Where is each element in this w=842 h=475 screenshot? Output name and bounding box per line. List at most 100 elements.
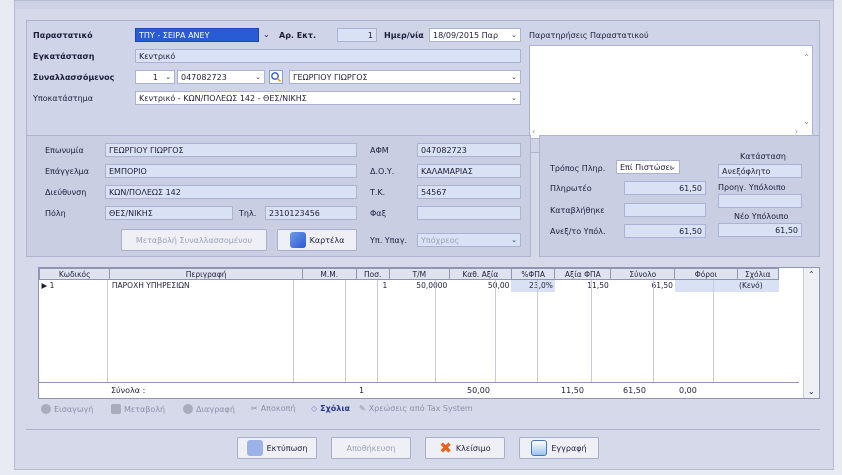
scroll-up-icon[interactable]: ⌃ — [808, 270, 815, 279]
col-vat-pct[interactable]: %ΦΠΑ — [510, 268, 556, 280]
fax-label: Φαξ — [370, 209, 387, 218]
fax-field[interactable] — [417, 206, 521, 220]
tel-field[interactable]: 2310123456 — [265, 206, 357, 220]
payable-label: Πληρωτέο — [550, 184, 592, 193]
scroll-left-icon[interactable]: ‹ — [532, 126, 535, 137]
cell-code[interactable]: ▶ 1 — [40, 280, 110, 292]
header-panel: Παραστατικό ΤΠΥ - ΣΕΙΡΑ ΑΝΕΥ ⌄ Αρ. Εκτ. … — [26, 20, 820, 153]
cell-vat-pct[interactable]: 23,0% — [511, 279, 555, 292]
col-total[interactable]: Σύνολο — [610, 268, 676, 280]
footer-divider — [26, 429, 820, 430]
card-button[interactable]: Καρτέλα — [277, 229, 357, 251]
city-field[interactable]: ΘΕΣ/ΝΙΚΗΣ — [105, 206, 233, 220]
afm-field[interactable]: 047082723 — [417, 143, 521, 157]
col-comments[interactable]: Σχόλια — [736, 268, 780, 280]
grid-divider — [713, 280, 714, 398]
cell-comments[interactable]: (Κενό) — [737, 279, 779, 292]
edit-button[interactable]: Μεταβολή — [111, 404, 165, 414]
cell-code-value: 1 — [49, 281, 55, 291]
scroll-up-icon[interactable]: ⌃ — [803, 52, 810, 63]
outstanding-field: 61,50 — [624, 224, 706, 238]
cut-button[interactable]: ✂ Αποκοπή — [251, 404, 295, 413]
paid-label: Καταβλήθηκε — [550, 206, 605, 215]
paid-field[interactable] — [624, 203, 706, 217]
tk-label: Τ.Κ. — [370, 188, 386, 197]
col-unit[interactable]: Μ.Μ. — [301, 268, 357, 280]
window-titlebar — [15, 1, 833, 9]
edit-icon — [111, 404, 121, 414]
col-code[interactable]: Κωδικός — [38, 268, 111, 280]
doy-field[interactable]: ΚΑΛΑΜΑΡΙΑΣ — [417, 164, 521, 178]
cell-vat-amount[interactable]: 11,50 — [555, 280, 611, 292]
search-icon[interactable] — [269, 70, 283, 84]
close-button[interactable]: ✖ Κλείσιμο — [425, 437, 505, 459]
vat-status-select[interactable]: Υπόχρεος ⌄ — [417, 233, 521, 247]
chevron-down-icon: ⌄ — [511, 73, 517, 81]
cell-net[interactable]: 50,00 — [449, 280, 511, 292]
cell-unit[interactable] — [302, 280, 356, 292]
col-qty[interactable]: Ποσ. — [355, 268, 390, 280]
items-grid[interactable]: Κωδικός Περιγραφή Μ.Μ. Ποσ. Τ/Μ Καθ. Αξί… — [38, 267, 820, 399]
document-icon — [531, 440, 548, 456]
cell-description[interactable]: ΠΑΡΟΧΗ ΥΠΗΡΕΣΙΩΝ — [110, 280, 303, 292]
record-button[interactable]: Εγγραφή — [519, 437, 599, 459]
branch-select[interactable]: Κεντρικό - ΚΩΝ/ΠΟΛΕΩΣ 142 - ΘΕΣ/ΝΙΚΗΣ ⌄ — [135, 91, 521, 105]
trader-code-value: 1 — [152, 73, 158, 82]
col-vat-amount[interactable]: Αξία ΦΠΑ — [554, 268, 612, 280]
cut-label: Αποκοπή — [260, 404, 296, 413]
trader-afm-select[interactable]: 047082723 ⌄ — [177, 70, 265, 84]
delete-button[interactable]: Διαγραφή — [183, 404, 235, 414]
job-label: Επάγγελμα — [45, 167, 90, 176]
print-button[interactable]: Εκτύπωση — [237, 437, 317, 459]
grid-vertical-scrollbar[interactable]: ⌃ ⌄ — [803, 268, 819, 398]
payment-method-select[interactable]: Επί Πιστώσει ⌄ — [616, 160, 680, 174]
comments-button[interactable]: ◇ Σχόλια — [311, 404, 350, 413]
notes-label: Παρατηρήσεις Παραστατικού — [529, 31, 649, 40]
grid-divider — [293, 280, 294, 398]
tk-field[interactable]: 54567 — [417, 185, 521, 199]
date-label: Ημερ/νία — [384, 31, 424, 40]
date-picker[interactable]: 18/09/2015 Παρ ⌄ — [429, 28, 521, 42]
card-icon — [289, 232, 306, 248]
printer-icon — [246, 440, 263, 456]
installation-field[interactable]: Κεντρικό — [135, 49, 521, 63]
insert-button[interactable]: Εισαγωγή — [41, 404, 93, 414]
table-row[interactable]: ▶ 1 ΠΑΡΟΧΗ ΥΠΗΡΕΣΙΩΝ 1 50,0000 50,00 23,… — [40, 279, 779, 292]
job-field[interactable]: ΕΜΠΟΡΙΟ — [105, 164, 357, 178]
name-field[interactable]: ΓΕΩΡΓΙΟΥ ΓΙΩΡΓΟΣ — [105, 143, 357, 157]
trader-code-field[interactable]: 1 ⌄ — [135, 70, 175, 84]
doc-type-select[interactable]: ΤΠΥ - ΣΕΙΡΑ ΑΝΕΥ — [135, 28, 259, 42]
col-description[interactable]: Περιγραφή — [109, 268, 303, 280]
scroll-down-icon[interactable]: ⌄ — [803, 116, 810, 127]
cell-qty[interactable]: 1 — [356, 280, 389, 292]
col-taxes[interactable]: Φόροι — [674, 268, 738, 280]
customer-panel: Επωνυμία ΓΕΩΡΓΙΟΥ ΓΙΩΡΓΟΣ Επάγγελμα ΕΜΠΟ… — [26, 135, 531, 257]
comment-icon: ◇ — [311, 404, 318, 413]
cell-taxes[interactable] — [674, 279, 738, 292]
address-field[interactable]: ΚΩΝ/ΠΟΛΕΩΣ 142 — [105, 185, 357, 199]
grid-divider — [495, 280, 496, 398]
trader-afm-value: 047082723 — [181, 73, 227, 82]
save-label: Αποθήκευση — [346, 443, 396, 453]
col-net[interactable]: Καθ. Αξία — [448, 268, 512, 280]
insert-label: Εισαγωγή — [54, 404, 94, 414]
document-window: Παραστατικό ΤΠΥ - ΣΕΙΡΑ ΑΝΕΥ ⌄ Αρ. Εκτ. … — [14, 0, 834, 470]
comments-label: Σχόλια — [320, 404, 350, 413]
cell-unit-price[interactable]: 50,0000 — [389, 280, 449, 292]
tax-system-button[interactable]: ✎ Χρεώσεις από Tax System — [359, 404, 473, 413]
col-unit-price[interactable]: Τ/Μ — [388, 268, 450, 280]
save-button[interactable]: Αποθήκευση — [331, 437, 411, 459]
vat-status-value: Υπόχρεος — [421, 236, 460, 245]
change-trader-button[interactable]: Μεταβολή Συναλλασσομένου — [121, 229, 267, 251]
cell-total[interactable]: 61,50 — [611, 280, 675, 292]
delete-icon — [183, 404, 193, 414]
grid-divider — [107, 280, 108, 398]
series-number-field[interactable]: 1 — [337, 28, 377, 42]
doy-label: Δ.Ο.Υ. — [370, 167, 395, 176]
tel-label: Τηλ. — [239, 209, 257, 218]
notes-textarea[interactable]: ⌃ ⌄ ‹ › — [529, 45, 813, 139]
chevron-down-icon[interactable]: ⌄ — [263, 30, 270, 39]
row-pointer-icon: ▶ — [41, 281, 48, 291]
scroll-down-icon[interactable]: ⌄ — [808, 387, 815, 396]
trader-name-select[interactable]: ΓΕΩΡΓΙΟΥ ΓΙΩΡΓΟΣ ⌄ — [289, 70, 521, 84]
